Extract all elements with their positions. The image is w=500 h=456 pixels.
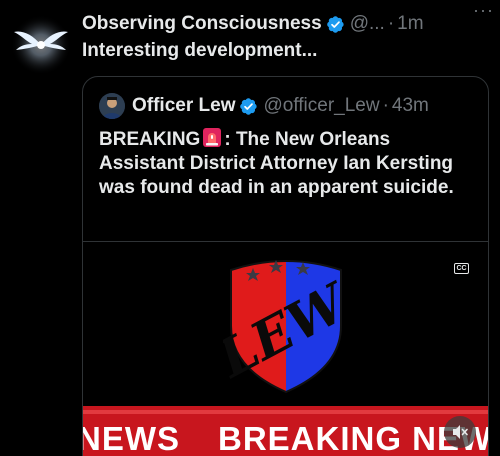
- quoted-avatar: [99, 93, 125, 119]
- lew-shield-logo: LEW: [223, 260, 349, 394]
- timestamp[interactable]: 1m: [397, 13, 423, 35]
- post-text: Interesting development...: [82, 40, 318, 61]
- quoted-text-start: BREAKING: [99, 129, 201, 150]
- more-button[interactable]: ···: [473, 0, 494, 21]
- post-header: Observing Consciousness @... · 1m: [82, 12, 490, 36]
- mute-icon[interactable]: [444, 416, 476, 448]
- verified-icon: [240, 97, 258, 115]
- quoted-handle[interactable]: @officer_Lew: [263, 95, 379, 117]
- separator: ·: [387, 13, 395, 34]
- cc-icon[interactable]: CC: [454, 263, 469, 274]
- post[interactable]: Observing Consciousness @... · 1m ··· In…: [0, 0, 500, 456]
- quoted-display-name[interactable]: Officer Lew: [132, 95, 235, 117]
- avatar[interactable]: [10, 14, 72, 76]
- breaking-news-banner: NEWS BREAKING NEWS: [83, 406, 488, 456]
- video-player[interactable]: LEW CC NEWS BREAKING NEWS: [83, 241, 488, 456]
- separator: ·: [382, 95, 389, 116]
- quoted-post-header: Officer Lew @officer_Lew · 43m: [99, 93, 429, 119]
- siren-icon: [203, 128, 222, 147]
- display-name[interactable]: Observing Consciousness: [82, 13, 322, 35]
- quoted-timestamp[interactable]: 43m: [392, 95, 429, 117]
- verified-icon: [326, 15, 344, 33]
- banner-stripe: [83, 410, 488, 414]
- ticker-text: NEWS BREAKING NEWS: [83, 420, 488, 456]
- ticker-word-1: NEWS: [83, 420, 180, 456]
- quoted-post[interactable]: Officer Lew @officer_Lew · 43m BREAKING:…: [82, 76, 489, 456]
- quoted-post-text: BREAKING: The New Orleans Assistant Dist…: [99, 127, 479, 200]
- handle[interactable]: @...: [350, 13, 385, 35]
